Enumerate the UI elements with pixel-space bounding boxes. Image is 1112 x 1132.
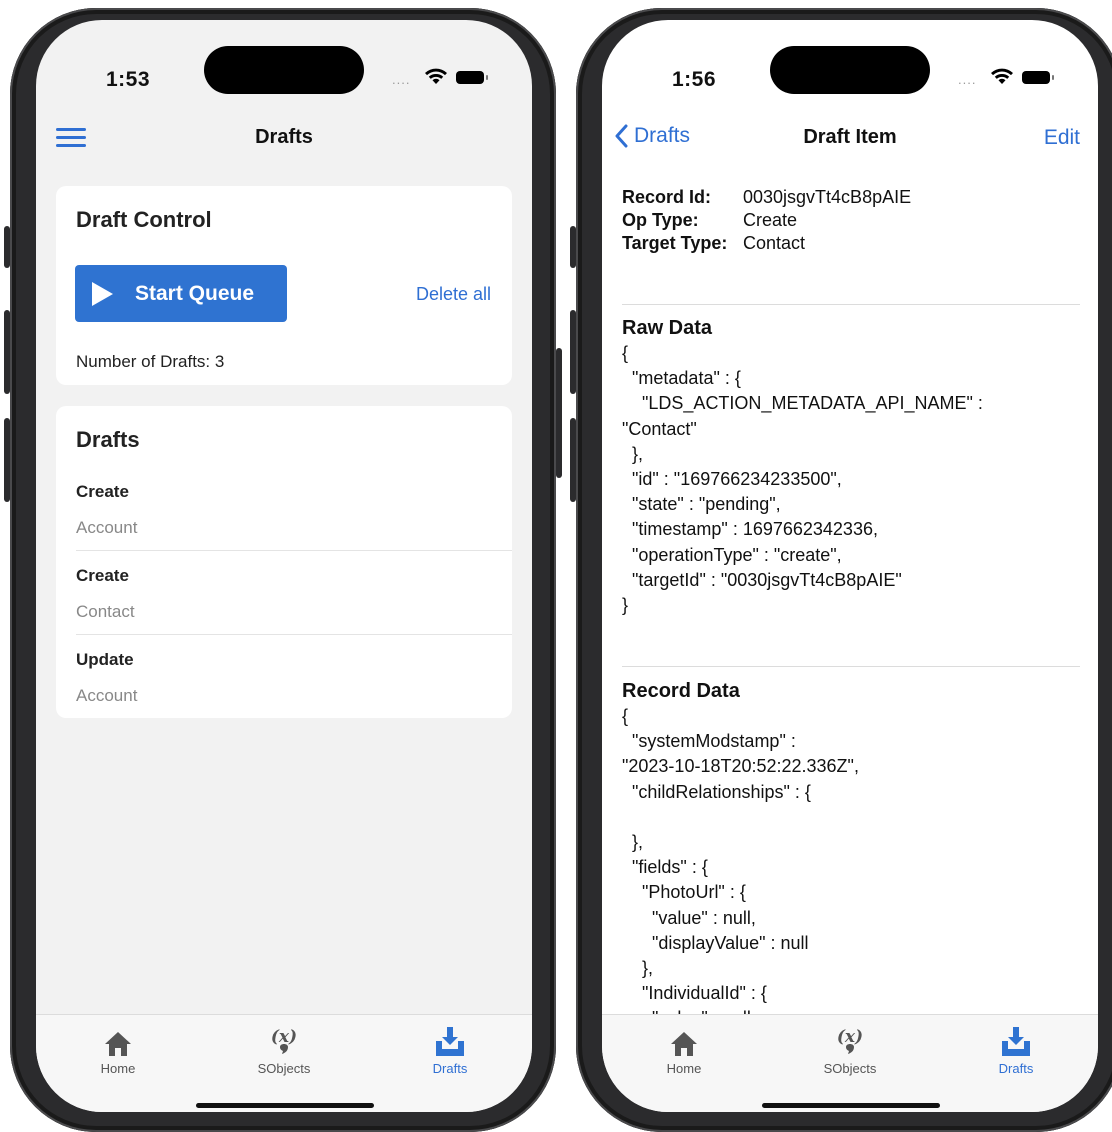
page-title: Drafts: [255, 126, 313, 148]
status-time: 1:56: [672, 68, 717, 91]
draft-control-card: Draft Control Start Queue Delete all Num…: [56, 186, 512, 385]
drafts-list-title: Drafts: [76, 427, 140, 452]
screen-drafts-list: 1:53 .... Drafts Draft Control Start Que…: [36, 20, 532, 1112]
tab-sobjects[interactable]: (x) SObjects: [224, 1025, 344, 1076]
action-button: [4, 226, 10, 268]
op-type-value: Create: [743, 210, 798, 230]
list-item[interactable]: Create Account: [56, 466, 512, 550]
tab-bar: Home (x) SObjects Drafts: [602, 1014, 1098, 1112]
record-data-json: { "systemModstamp" : "2023-10-18T20:52:2…: [622, 706, 859, 1028]
raw-data-json: { "metadata" : { "LDS_ACTION_METADATA_AP…: [622, 343, 983, 616]
status-time: 1:53: [106, 68, 151, 91]
op-type-label: Op Type:: [622, 210, 699, 230]
battery-icon: [456, 71, 488, 84]
cellular-signal-icon: ....: [958, 72, 977, 87]
tab-drafts[interactable]: Drafts: [956, 1025, 1076, 1076]
edit-button[interactable]: Edit: [1044, 126, 1080, 150]
phone-left: 1:53 .... Drafts Draft Control Start Que…: [4, 8, 562, 1132]
phone-right: 1:56 .... Drafts Draft Item Edit Record …: [570, 8, 1112, 1132]
draft-count: Number of Drafts: 3: [76, 352, 225, 371]
variable-icon: (x): [837, 1027, 863, 1054]
draft-target-type: Account: [76, 686, 138, 705]
nav-bar: Drafts: [36, 112, 532, 162]
home-indicator[interactable]: [196, 1103, 374, 1108]
cellular-signal-icon: ....: [392, 72, 411, 87]
nav-bar: Drafts Draft Item Edit: [602, 112, 1098, 162]
dynamic-island: [204, 46, 364, 94]
variable-icon: (x): [271, 1027, 297, 1054]
battery-icon: [1022, 71, 1054, 84]
draft-op-type: Create: [76, 566, 129, 585]
screen-draft-item: 1:56 .... Drafts Draft Item Edit Record …: [602, 20, 1098, 1112]
tab-home[interactable]: Home: [624, 1025, 744, 1076]
inbox-download-icon: [1002, 1027, 1030, 1056]
target-type-value: Contact: [743, 233, 806, 253]
tab-drafts-label: Drafts: [432, 1061, 468, 1076]
tab-drafts[interactable]: Drafts: [390, 1025, 510, 1076]
dynamic-island: [770, 46, 930, 94]
start-queue-button[interactable]: Start Queue: [75, 265, 287, 322]
draft-op-type: Create: [76, 482, 129, 501]
delete-all-button[interactable]: Delete all: [416, 284, 491, 305]
record-id-label: Record Id:: [622, 187, 712, 207]
draft-info: Record Id: 0030jsgvTt4cB8pAIE Op Type: Cre…: [622, 186, 911, 255]
wifi-icon: [425, 68, 447, 84]
tab-drafts-label: Drafts: [998, 1061, 1034, 1076]
wifi-icon: [991, 68, 1013, 84]
start-queue-label: Start Queue: [135, 281, 255, 305]
status-bar: 1:56 ....: [602, 20, 1098, 120]
play-icon: [92, 281, 113, 306]
home-icon: [105, 1032, 131, 1056]
action-button: [570, 226, 576, 268]
tab-home[interactable]: Home: [58, 1025, 178, 1076]
divider: [622, 304, 1080, 305]
tab-sobjects-label: SObjects: [823, 1061, 877, 1076]
volume-up-button: [4, 310, 10, 394]
tab-home-label: Home: [666, 1061, 702, 1076]
draft-target-type: Account: [76, 518, 138, 537]
target-type-label: Target Type:: [622, 233, 728, 253]
tab-sobjects-label: SObjects: [257, 1061, 311, 1076]
tab-sobjects[interactable]: (x) SObjects: [790, 1025, 910, 1076]
status-bar: 1:53 ....: [36, 20, 532, 120]
tab-home-label: Home: [100, 1061, 136, 1076]
volume-down-button: [4, 418, 10, 502]
draft-op-type: Update: [76, 650, 134, 669]
home-indicator[interactable]: [762, 1103, 940, 1108]
list-item[interactable]: Create Contact: [56, 550, 512, 634]
inbox-download-icon: [436, 1027, 464, 1056]
record-id-value: 0030jsgvTt4cB8pAIE: [743, 187, 912, 207]
divider: [622, 666, 1080, 667]
volume-down-button: [570, 418, 576, 502]
power-button: [556, 348, 562, 478]
list-item[interactable]: Update Account: [56, 634, 512, 718]
record-data-title: Record Data: [622, 680, 740, 702]
draft-control-title: Draft Control: [76, 207, 212, 232]
draft-target-type: Contact: [76, 602, 135, 621]
raw-data-title: Raw Data: [622, 317, 713, 339]
volume-up-button: [570, 310, 576, 394]
page-title: Draft Item: [803, 126, 897, 148]
home-icon: [671, 1032, 697, 1056]
drafts-card: Drafts Create Account Create Contact Upd…: [56, 406, 512, 718]
tab-bar: Home (x) SObjects Drafts: [36, 1014, 532, 1112]
